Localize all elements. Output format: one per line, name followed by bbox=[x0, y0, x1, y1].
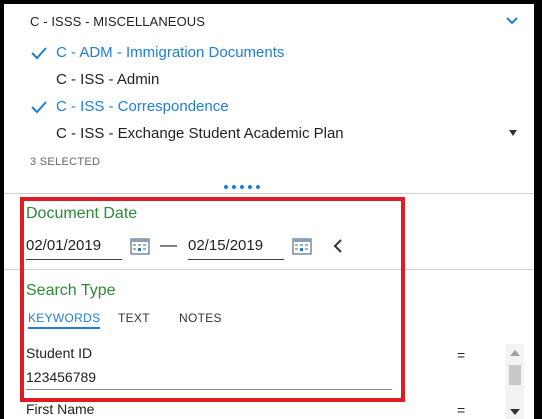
divider bbox=[4, 193, 534, 194]
first-name-operator[interactable]: = bbox=[457, 402, 465, 418]
search-panel: C - ISSS - MISCELLANEOUS C - ADM - Immig… bbox=[4, 4, 534, 419]
scroll-down-arrow-icon[interactable] bbox=[509, 130, 517, 136]
list-item-label: C - ISS - Admin bbox=[56, 71, 160, 88]
list-item-label: C - ADM - Immigration Documents bbox=[56, 44, 285, 61]
first-name-label: First Name bbox=[26, 401, 95, 417]
category-header: C - ISSS - MISCELLANEOUS bbox=[30, 14, 206, 29]
tab-keywords[interactable]: KEYWORDS bbox=[28, 311, 101, 329]
screenshot-frame: C - ISSS - MISCELLANEOUS C - ADM - Immig… bbox=[0, 0, 542, 419]
scroll-down-arrow-icon[interactable] bbox=[510, 409, 520, 415]
student-id-operator[interactable]: = bbox=[457, 347, 465, 363]
fields-scrollbar[interactable] bbox=[506, 344, 524, 419]
tab-text[interactable]: TEXT bbox=[118, 311, 150, 325]
calendar-icon[interactable] bbox=[130, 237, 150, 255]
category-list: C - ISSS - MISCELLANEOUS C - ADM - Immig… bbox=[4, 4, 534, 179]
checkmark-icon bbox=[31, 47, 47, 60]
date-range-separator: — bbox=[160, 235, 177, 254]
student-id-label: Student ID bbox=[26, 345, 93, 361]
chevron-left-icon[interactable] bbox=[332, 238, 344, 254]
student-id-input[interactable]: 123456789 bbox=[26, 367, 392, 390]
calendar-icon[interactable] bbox=[292, 237, 312, 255]
selected-count: 3 SELECTED bbox=[30, 156, 101, 168]
search-type-title: Search Type bbox=[26, 282, 116, 299]
date-to-input[interactable]: 02/15/2019 bbox=[188, 235, 284, 260]
scroll-up-arrow-icon[interactable] bbox=[510, 350, 520, 356]
list-item-label: C - ISS - Exchange Student Academic Plan bbox=[56, 125, 344, 142]
resize-handle[interactable] bbox=[224, 184, 264, 190]
chevron-down-icon[interactable] bbox=[506, 16, 518, 26]
divider bbox=[4, 269, 534, 270]
date-range-row: 02/01/2019 — 02/15/2019 bbox=[26, 235, 356, 261]
checkmark-icon bbox=[31, 101, 47, 114]
scrollbar-thumb[interactable] bbox=[509, 365, 521, 385]
date-from-input[interactable]: 02/01/2019 bbox=[26, 235, 122, 260]
list-item-label: C - ISS - Correspondence bbox=[56, 98, 229, 115]
tab-notes[interactable]: NOTES bbox=[179, 311, 222, 325]
document-date-title: Document Date bbox=[26, 205, 138, 222]
